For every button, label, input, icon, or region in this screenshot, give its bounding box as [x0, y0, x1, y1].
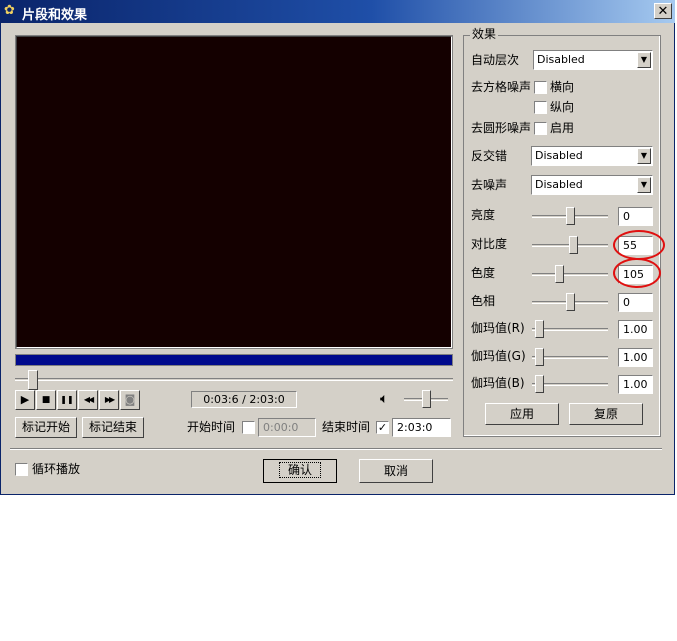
- separator: [10, 448, 662, 450]
- slider-thumb[interactable]: [535, 375, 544, 393]
- dropdown-arrow-icon[interactable]: ▼: [637, 52, 651, 68]
- video-preview: [15, 35, 453, 349]
- slider-label: 亮度: [471, 208, 496, 222]
- volume-slider-thumb[interactable]: [422, 390, 431, 408]
- playback-progress-bar: [15, 354, 453, 366]
- dering-label: 去圆形噪声: [471, 121, 532, 135]
- start-time-input[interactable]: 0:00:0: [258, 418, 316, 437]
- deblock-horizontal-label: 横向: [550, 80, 575, 94]
- app-icon: ✿: [4, 3, 15, 18]
- checkmark-icon: ✓: [377, 421, 388, 434]
- title-bar[interactable]: [0, 0, 675, 23]
- mark-start-button[interactable]: 标记开始: [15, 417, 77, 438]
- annotation-circle-contrast: [613, 230, 665, 260]
- slider-label: 对比度: [471, 237, 508, 251]
- end-time-input[interactable]: 2:03:0: [392, 418, 451, 437]
- start-time-label: 开始时间: [187, 420, 236, 434]
- slider-value-input[interactable]: 1.00: [618, 348, 653, 367]
- loop-play-label: 循环播放: [32, 462, 81, 476]
- slider-label: 伽玛值(B): [471, 376, 525, 390]
- end-time-checkbox[interactable]: ✓: [376, 421, 389, 434]
- stop-button[interactable]: ■: [36, 390, 56, 410]
- slider-thumb[interactable]: [535, 348, 544, 366]
- slider-thumb[interactable]: [566, 207, 575, 225]
- slider-value-input[interactable]: 1.00: [618, 320, 653, 339]
- deinterlace-value: Disabled: [535, 149, 583, 162]
- auto-level-select[interactable]: Disabled ▼: [533, 50, 653, 70]
- end-time-label: 结束时间: [322, 420, 371, 434]
- window-title: 片段和效果: [22, 8, 88, 23]
- dering-enable-label: 启用: [550, 121, 575, 135]
- denoise-select[interactable]: Disabled ▼: [531, 175, 653, 195]
- slider-label: 伽玛值(R): [471, 321, 525, 335]
- ok-button[interactable]: 确认: [263, 459, 337, 483]
- start-time-checkbox[interactable]: [242, 421, 255, 434]
- speaker-icon[interactable]: 🔈︎: [380, 390, 400, 408]
- slider-thumb[interactable]: [566, 293, 575, 311]
- denoise-label: 去噪声: [471, 178, 508, 192]
- slider-value-input[interactable]: 0: [618, 293, 653, 312]
- denoise-value: Disabled: [535, 178, 583, 191]
- slider-track[interactable]: [532, 273, 608, 276]
- play-button[interactable]: ▶: [15, 390, 35, 410]
- dropdown-arrow-icon[interactable]: ▼: [637, 148, 651, 164]
- seek-slider-thumb[interactable]: [28, 370, 38, 390]
- snapshot-button[interactable]: ◙: [120, 390, 140, 410]
- slider-thumb[interactable]: [555, 265, 564, 283]
- deblock-vertical-label: 纵向: [550, 100, 575, 114]
- deblock-label: 去方格噪声: [471, 80, 532, 94]
- fast-forward-button[interactable]: ▶▶: [99, 390, 119, 410]
- effects-group-title: 效果: [470, 27, 499, 41]
- slider-thumb[interactable]: [535, 320, 544, 338]
- slider-label: 色度: [471, 266, 496, 280]
- annotation-circle-saturation: [613, 258, 661, 288]
- dropdown-arrow-icon[interactable]: ▼: [637, 177, 651, 193]
- cancel-button[interactable]: 取消: [359, 459, 433, 483]
- close-button[interactable]: ✕: [654, 3, 672, 19]
- pause-button[interactable]: ❚❚: [57, 390, 77, 410]
- slider-label: 色相: [471, 294, 496, 308]
- slider-thumb[interactable]: [569, 236, 578, 254]
- deinterlace-select[interactable]: Disabled ▼: [531, 146, 653, 166]
- deblock-vertical-checkbox[interactable]: [534, 101, 547, 114]
- time-display: 0:03:6 / 2:03:0: [191, 391, 297, 408]
- reset-button[interactable]: 复原: [569, 403, 643, 425]
- auto-level-value: Disabled: [537, 53, 585, 66]
- rewind-button[interactable]: ◀◀: [78, 390, 98, 410]
- camera-icon: ◙: [124, 393, 136, 406]
- apply-button[interactable]: 应用: [485, 403, 559, 425]
- auto-level-label: 自动层次: [471, 53, 520, 67]
- mark-end-button[interactable]: 标记结束: [82, 417, 144, 438]
- ok-button-label: 确认: [278, 462, 321, 478]
- loop-play-checkbox[interactable]: [15, 463, 28, 476]
- slider-value-input[interactable]: 0: [618, 207, 653, 226]
- deblock-horizontal-checkbox[interactable]: [534, 81, 547, 94]
- seek-track[interactable]: [15, 378, 453, 381]
- dering-enable-checkbox[interactable]: [534, 122, 547, 135]
- deinterlace-label: 反交错: [471, 149, 508, 163]
- slider-value-input[interactable]: 1.00: [618, 375, 653, 394]
- slider-label: 伽玛值(G): [471, 349, 526, 363]
